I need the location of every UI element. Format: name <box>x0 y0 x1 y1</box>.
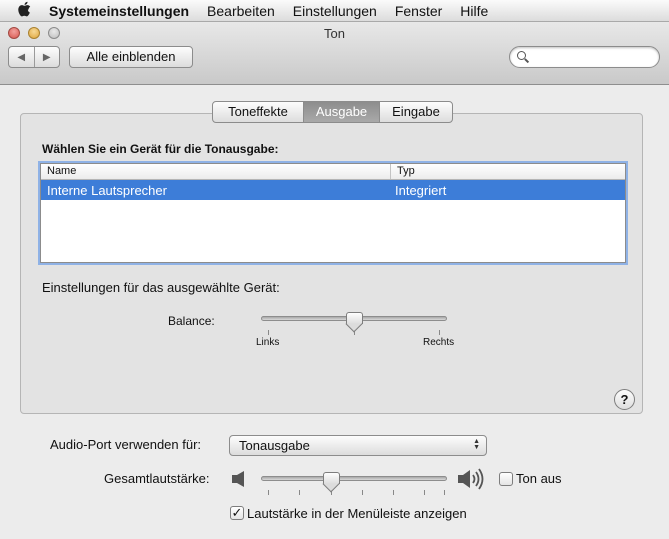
volume-label: Gesamtlautstärke: <box>104 471 210 486</box>
window-titlebar: Ton ◀ ▶ Alle einblenden <box>0 22 669 85</box>
table-row[interactable]: Interne Lautsprecher Integriert <box>41 180 625 200</box>
menu-fenster[interactable]: Fenster <box>386 3 451 19</box>
menu-hilfe[interactable]: Hilfe <box>451 3 497 19</box>
device-type-cell: Integriert <box>395 182 447 198</box>
volume-slider-track[interactable] <box>261 476 447 481</box>
updown-arrows-icon: ▲ ▼ <box>473 438 480 451</box>
output-panel <box>20 113 643 414</box>
volume-tick <box>362 490 363 495</box>
magnifier-icon <box>516 50 530 64</box>
balance-tick-left <box>268 330 269 335</box>
table-header: Name Typ <box>41 164 625 180</box>
menu-einstellungen[interactable]: Einstellungen <box>284 3 386 19</box>
tab-toneffekte[interactable]: Toneffekte <box>213 102 303 122</box>
tab-eingabe[interactable]: Eingabe <box>379 102 452 122</box>
help-button[interactable]: ? <box>614 389 635 410</box>
menu-bar: Systemeinstellungen Bearbeiten Einstellu… <box>0 0 669 22</box>
show-all-button[interactable]: Alle einblenden <box>69 46 193 68</box>
choose-device-label: Wählen Sie ein Gerät für die Tonausgabe: <box>42 142 279 156</box>
audio-port-value: Tonausgabe <box>239 438 310 453</box>
mute-checkbox[interactable] <box>499 472 513 486</box>
speaker-high-icon <box>458 468 484 490</box>
balance-tick-right <box>439 330 440 335</box>
column-header-typ[interactable]: Typ <box>391 164 415 179</box>
volume-tick <box>393 490 394 495</box>
volume-tick <box>444 490 445 495</box>
tab-ausgabe[interactable]: Ausgabe <box>303 102 379 122</box>
menu-bearbeiten[interactable]: Bearbeiten <box>198 3 284 19</box>
audio-port-label: Audio-Port verwenden für: <box>50 437 202 452</box>
volume-slider-knob[interactable] <box>323 472 340 490</box>
audio-port-select[interactable]: Tonausgabe ▲ ▼ <box>229 435 487 456</box>
menu-app-name[interactable]: Systemeinstellungen <box>40 3 198 19</box>
balance-left-label: Links <box>256 337 280 348</box>
device-name-cell: Interne Lautsprecher <box>47 182 167 198</box>
show-in-menubar-checkbox[interactable]: ✓ <box>230 506 244 520</box>
device-settings-label: Einstellungen für das ausgewählte Gerät: <box>42 280 280 295</box>
balance-slider-knob[interactable] <box>346 312 363 330</box>
mute-label: Ton aus <box>516 471 562 486</box>
show-in-menubar-label: Lautstärke in der Menüleiste anzeigen <box>247 506 467 521</box>
volume-tick <box>268 490 269 495</box>
forward-button[interactable]: ▶ <box>33 47 60 67</box>
window-title: Ton <box>324 26 345 41</box>
back-button[interactable]: ◀ <box>9 47 34 67</box>
column-header-name[interactable]: Name <box>41 164 391 179</box>
volume-tick <box>299 490 300 495</box>
output-device-table[interactable]: Name Typ Interne Lautsprecher Integriert <box>40 163 626 263</box>
back-forward-control: ◀ ▶ <box>8 46 60 68</box>
speaker-low-icon <box>232 471 244 487</box>
search-input[interactable] <box>534 50 654 64</box>
apple-logo-icon[interactable] <box>10 1 40 21</box>
balance-label: Balance: <box>168 314 215 328</box>
search-field[interactable] <box>509 46 660 68</box>
sound-tabs: Toneffekte Ausgabe Eingabe <box>212 101 453 123</box>
volume-tick <box>424 490 425 495</box>
balance-right-label: Rechts <box>423 337 455 348</box>
